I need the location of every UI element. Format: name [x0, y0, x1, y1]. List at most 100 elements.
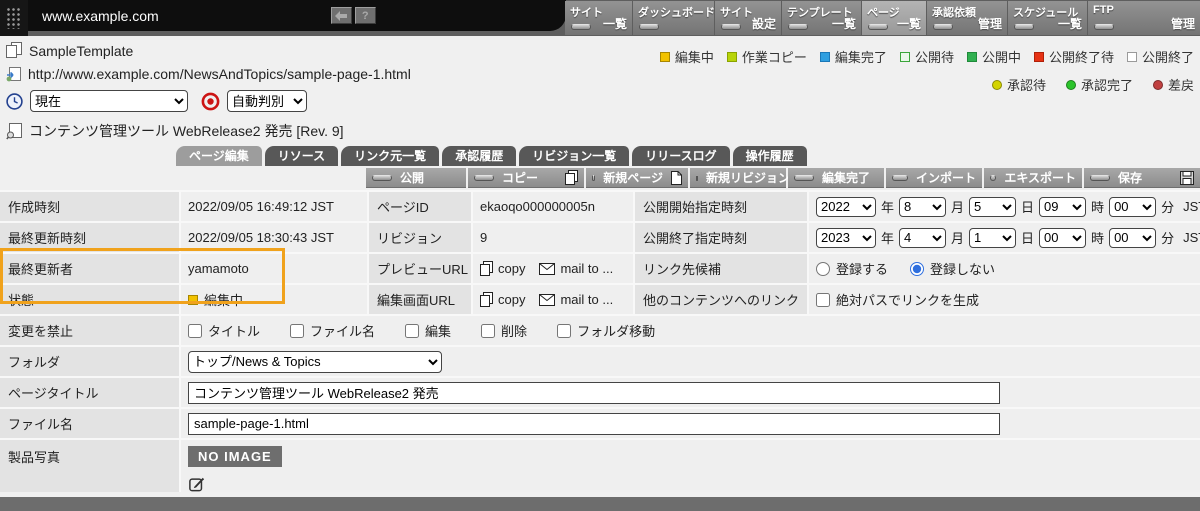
pub-start-hour-select[interactable]: 09	[1039, 196, 1087, 217]
forbid-delete-checkbox[interactable]: 削除	[481, 321, 527, 340]
import-button[interactable]: インポート	[886, 168, 982, 188]
forbid-options: タイトル ファイル名 編集 削除 フォルダ移動	[188, 321, 655, 340]
nav-dashboard-button[interactable]: ダッシュボード	[633, 1, 715, 35]
nav-site-list-button[interactable]: サイト 一覧	[565, 1, 632, 35]
tab-resources[interactable]: リソース	[264, 146, 339, 166]
tab-revision-list[interactable]: リビジョン一覧	[519, 146, 630, 166]
pub-start-year-select[interactable]: 2022	[816, 196, 876, 217]
pub-end-year-select[interactable]: 2023	[816, 227, 876, 248]
edit-url-mail-link[interactable]: mail to ...	[539, 292, 613, 307]
button-pill-icon	[571, 24, 591, 30]
button-pill-icon	[868, 24, 888, 30]
button-pill-icon	[592, 174, 596, 181]
button-pill-icon	[933, 24, 953, 30]
button-pill-icon	[721, 24, 741, 30]
forbid-edit-checkbox[interactable]: 編集	[405, 321, 451, 340]
forbid-filename-checkbox[interactable]: ファイル名	[290, 321, 375, 340]
copy-pages-icon	[480, 261, 493, 276]
preview-url-mail-link[interactable]: mail to ...	[539, 261, 613, 276]
action-toolbar: 公開 コピー 新規ページ 新規リビジョン 編集完了 インポート エキスポート 保…	[366, 168, 1200, 188]
button-pill-icon	[474, 174, 494, 181]
pub-end-minute-select[interactable]: 00	[1109, 227, 1157, 248]
forbid-change-label: 変更を禁止	[0, 316, 179, 345]
page-properties-table: 作成時刻 2022/09/05 16:49:12 JST ページID ekaoq…	[0, 190, 1200, 492]
other-content-link-label: 他のコンテンツへのリンク	[635, 285, 807, 314]
nav-template-list-button[interactable]: テンプレート 一覧	[782, 1, 861, 35]
register-yes-radio[interactable]: 登録する	[816, 259, 888, 278]
updated-time-label: 最終更新時刻	[0, 223, 179, 252]
nav-page-list-button[interactable]: ページ 一覧	[862, 1, 926, 35]
pub-end-day-select[interactable]: 1	[969, 227, 1017, 248]
status-legend: 編集中 作業コピー 編集完了 公開待 公開中 公開終了待 公開終了 承認待 承認…	[659, 47, 1194, 94]
pub-end-hour-select[interactable]: 00	[1039, 227, 1087, 248]
mail-icon	[539, 293, 556, 306]
absolute-path-checkbox[interactable]: 絶対パスでリンクを生成	[816, 290, 979, 309]
footer-bar	[0, 497, 1200, 511]
edit-done-button[interactable]: 編集完了	[788, 168, 884, 188]
button-pill-icon	[1090, 174, 1110, 181]
new-revision-button[interactable]: 新規リビジョン	[690, 168, 790, 188]
button-pill-icon	[1014, 24, 1034, 30]
tab-page-edit[interactable]: ページ編集	[176, 146, 262, 166]
status-editdone-icon	[819, 51, 830, 62]
site-name: www.example.com	[42, 7, 159, 24]
created-time-label: 作成時刻	[0, 192, 179, 221]
edit-url-label: 編集画面URL	[369, 285, 471, 314]
pub-start-minute-select[interactable]: 00	[1109, 196, 1157, 217]
publish-start-datetime: 2022 年 8 月 5 日 09 時 00 分 JST	[816, 196, 1200, 217]
pub-start-day-select[interactable]: 5	[969, 196, 1017, 217]
register-no-radio[interactable]: 登録しない	[910, 259, 995, 278]
record-mode-icon[interactable]	[201, 92, 220, 111]
page-header: SampleTemplate http://www.example.com/Ne…	[0, 36, 1200, 146]
template-name: SampleTemplate	[29, 42, 134, 59]
button-pill-icon	[639, 24, 659, 30]
tab-link-sources[interactable]: リンク元一覧	[341, 146, 440, 166]
status-workcopy-icon	[726, 51, 737, 62]
copy-pages-icon	[480, 292, 493, 307]
folder-select[interactable]: トップ/News & Topics	[188, 350, 442, 373]
render-mode-select[interactable]: 自動判別	[227, 90, 307, 112]
site-tab: www.example.com ?	[28, 0, 566, 31]
page-title-input[interactable]	[188, 381, 1000, 404]
tab-approval-history[interactable]: 承認履歴	[442, 146, 517, 166]
template-icon	[6, 42, 22, 58]
back-button[interactable]	[330, 7, 352, 24]
updated-time-value: 2022/09/05 18:30:43 JST	[181, 223, 367, 252]
edit-pencil-icon[interactable]	[188, 476, 206, 492]
preview-url-copy-button[interactable]: copy	[480, 261, 525, 276]
button-pill-icon	[696, 174, 698, 181]
status-value: 編集中	[204, 293, 244, 308]
button-pill-icon	[372, 174, 392, 181]
status-ended-icon	[1126, 51, 1137, 62]
page-id-label: ページID	[369, 192, 471, 221]
pub-end-month-select[interactable]: 4	[899, 227, 947, 248]
new-page-button[interactable]: 新規ページ	[586, 168, 688, 188]
page-url: http://www.example.com/NewsAndTopics/sam…	[28, 66, 411, 82]
publish-button[interactable]: 公開	[366, 168, 466, 188]
tab-release-log[interactable]: リリースログ	[632, 146, 730, 166]
updater-label: 最終更新者	[0, 254, 179, 283]
nav-site-settings-button[interactable]: サイト 設定	[715, 1, 781, 35]
revision-select[interactable]: 現在	[30, 90, 188, 112]
copy-button[interactable]: コピー	[468, 168, 584, 188]
revision-label: リビジョン	[369, 223, 471, 252]
help-button[interactable]: ?	[354, 7, 376, 24]
publish-end-datetime: 2023 年 4 月 1 日 00 時 00 分 JST	[816, 227, 1200, 248]
floppy-icon	[1180, 170, 1194, 185]
pub-start-month-select[interactable]: 8	[899, 196, 947, 217]
nav-schedule-list-button[interactable]: スケジュール 一覧	[1008, 1, 1087, 35]
save-button[interactable]: 保存	[1084, 168, 1200, 188]
edit-url-copy-button[interactable]: copy	[480, 292, 525, 307]
button-pill-icon	[990, 174, 997, 181]
nav-approval-admin-button[interactable]: 承認依頼 管理	[927, 1, 1007, 35]
webrelease-page-edit-screen: www.example.com ? サイト 一覧 ダッシュボード サイト 設定	[0, 0, 1200, 511]
filename-input[interactable]	[188, 412, 1000, 435]
forbid-move-folder-checkbox[interactable]: フォルダ移動	[557, 321, 655, 340]
updater-value: yamamoto	[181, 254, 367, 283]
forbid-title-checkbox[interactable]: タイトル	[188, 321, 260, 340]
button-pill-icon	[788, 24, 808, 30]
export-button[interactable]: エキスポート	[984, 168, 1082, 188]
tab-operation-history[interactable]: 操作履歴	[732, 146, 807, 166]
nav-ftp-admin-button[interactable]: FTP 管理	[1088, 1, 1200, 35]
product-photo-label: 製品写真	[0, 440, 179, 492]
